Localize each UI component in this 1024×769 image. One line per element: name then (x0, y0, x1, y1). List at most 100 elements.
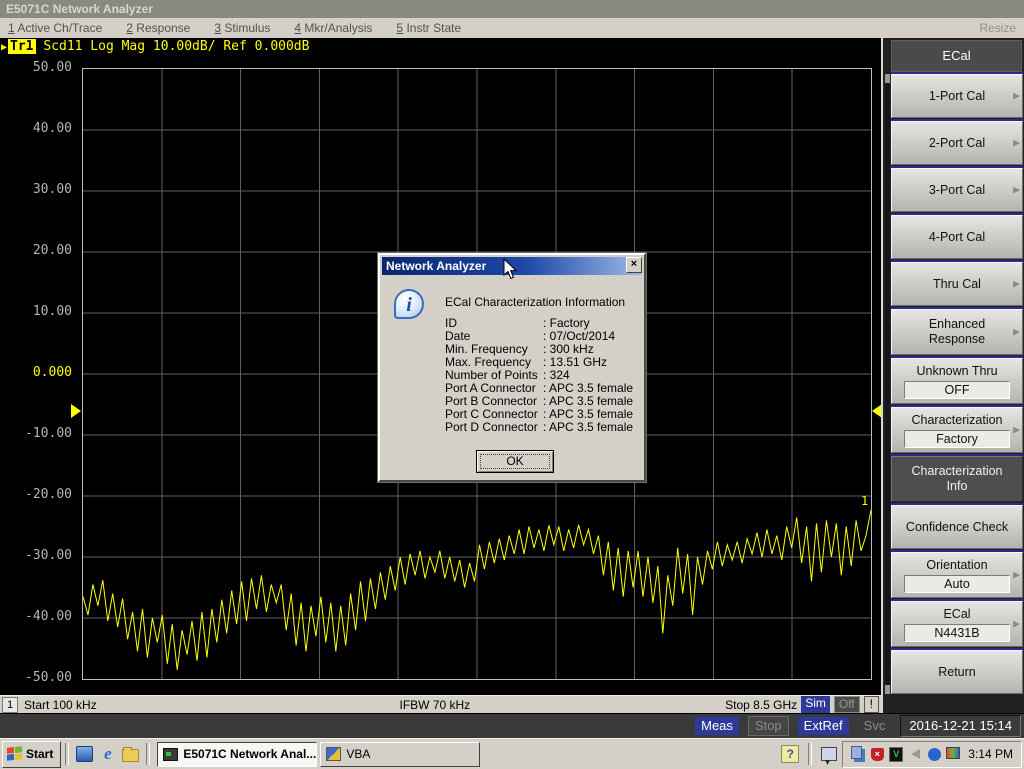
trace-id-badge: Tr1 (8, 39, 35, 54)
vnc-icon[interactable]: V (889, 747, 903, 761)
folder-icon[interactable] (122, 746, 139, 763)
display-icon[interactable] (946, 747, 960, 761)
security-shield-icon[interactable]: × (870, 747, 884, 761)
taskbar-clock[interactable]: 3:14 PM (968, 747, 1013, 761)
ok-button[interactable]: OK (476, 450, 554, 473)
sweep-start-label: Start 100 kHz (24, 698, 97, 712)
channel-status-bar: 1 Start 100 kHz IFBW 70 kHz Stop 8.5 GHz… (0, 695, 881, 713)
channel-bar-right: Stop 8.5 GHz SimOff! (725, 696, 881, 713)
y-axis-label: -40.00 (2, 609, 72, 624)
display-icon (946, 747, 960, 759)
softkey-value: OFF (904, 381, 1010, 399)
show-desktop-icon[interactable] (76, 746, 93, 763)
status-badges: Meas Stop ExtRef Svc (695, 716, 891, 736)
y-axis-label: -20.00 (2, 487, 72, 502)
volume-icon (911, 749, 920, 759)
submenu-arrow-icon: ▶ (1013, 136, 1020, 151)
softkey-scroll-up-handle[interactable] (885, 74, 890, 83)
menu-item-stimulus[interactable]: 3 Stimulus (214, 21, 270, 35)
dialog-row-value: : APC 3.5 female (543, 421, 633, 434)
softkey-value: Factory (904, 430, 1010, 448)
dialog-close-icon[interactable]: × (626, 257, 642, 273)
menu-item-instr-state[interactable]: 5 Instr State (396, 21, 461, 35)
intel-icon[interactable] (927, 747, 941, 761)
softkey-enhanced-response[interactable]: EnhancedResponse▶ (891, 309, 1023, 355)
windows-taskbar: Start e E5071C Network Anal...VBA ? ×V 3… (0, 738, 1024, 769)
softkey-label: Unknown Thru (916, 364, 997, 379)
start-button-label: Start (26, 747, 53, 761)
reference-level-marker-left-icon (71, 404, 81, 418)
softkey-unknown-thru[interactable]: Unknown Thru OFF (891, 358, 1023, 404)
security-shield-icon: × (871, 748, 884, 761)
softkey-label: Enhanced (929, 317, 985, 332)
softkey-sidebar: ECal 1-Port Cal▶2-Port Cal▶3-Port Cal▶4-… (881, 38, 1024, 713)
instrument-status-bar: MeasStopExtRefSvc 2016-12-21 15:14 (0, 713, 1024, 738)
tray-pre-area: ? (781, 743, 837, 765)
submenu-arrow-icon: ▶ (1013, 325, 1020, 340)
softkey-scrollbar[interactable] (885, 74, 890, 694)
softkey-1-port-cal[interactable]: 1-Port Cal ▶ (891, 74, 1023, 118)
softkey-label: Confidence Check (906, 520, 1008, 535)
menu-item-response[interactable]: 2 Response (126, 21, 190, 35)
softkey-4-port-cal[interactable]: 4-Port Cal (891, 215, 1023, 259)
internet-explorer-icon: e (104, 744, 112, 764)
status-badge-svc: Svc (858, 717, 892, 735)
menu-item-active-ch-trace[interactable]: 1 Active Ch/Trace (8, 21, 102, 35)
quick-launch-area: e (73, 746, 142, 763)
task-button-app[interactable]: E5071C Network Anal... (157, 742, 317, 767)
softkey-orientation[interactable]: OrientationAuto▶ (891, 552, 1023, 598)
resize-button[interactable]: Resize (979, 21, 1016, 35)
mouse-cursor-icon (503, 258, 518, 280)
task-button-label: E5071C Network Anal... (183, 747, 316, 761)
softkey-label: 1-Port Cal (929, 89, 985, 104)
softkey-2-port-cal[interactable]: 2-Port Cal▶ (891, 121, 1023, 165)
taskbar-separator (808, 743, 812, 765)
softkey-label: Characterization (911, 464, 1002, 479)
status-badge-extref: ExtRef (798, 717, 849, 735)
window-title-bar: E5071C Network Analyzer (0, 0, 1024, 18)
dialog-heading: ECal Characterization Information (445, 295, 625, 309)
softkey-return[interactable]: Return (891, 650, 1023, 694)
tray-icons: ×V (851, 747, 960, 761)
softkey-value: Auto (904, 575, 1010, 593)
ecal-info-dialog: Network Analyzer × i ECal Characterizati… (378, 253, 646, 482)
dialog-info-rows: ID: FactoryDate: 07/Oct/2014Min. Frequen… (445, 317, 633, 434)
info-icon: i (394, 289, 424, 319)
softkey-label: Thru Cal (933, 277, 981, 292)
folder-icon (122, 749, 139, 762)
sweep-stop-label: Stop 8.5 GHz (725, 698, 797, 712)
network-icon[interactable] (851, 747, 865, 761)
help-icon[interactable]: ? (781, 745, 799, 763)
taskbar-separator (65, 743, 69, 765)
softkey-label: Info (947, 479, 968, 494)
start-button[interactable]: Start (2, 741, 61, 768)
y-axis-label: 20.00 (2, 243, 72, 258)
taskbar-separator (146, 743, 150, 765)
submenu-arrow-icon: ▶ (1013, 89, 1020, 104)
submenu-arrow-icon: ▶ (1013, 183, 1020, 198)
softkey-thru-cal[interactable]: Thru Cal▶ (891, 262, 1023, 306)
status-badge-stop: Stop (748, 716, 789, 736)
softkey-characterization[interactable]: CharacterizationFactory▶ (891, 407, 1023, 453)
y-axis-label: 30.00 (2, 182, 72, 197)
task-button-vba[interactable]: VBA (320, 742, 480, 767)
internet-explorer-icon[interactable]: e (99, 746, 116, 763)
status-badge-meas: Meas (695, 717, 739, 735)
softkey-3-port-cal[interactable]: 3-Port Cal▶ (891, 168, 1023, 212)
softkey-ecal[interactable]: ECalN4431B▶ (891, 601, 1023, 647)
y-axis-label: -10.00 (2, 426, 72, 441)
vnc-icon: V (889, 747, 903, 762)
menu-items: 1 Active Ch/Trace 2 Response 3 Stimulus 4 M… (8, 21, 461, 35)
softkey-characterization-info[interactable]: CharacterizationInfo (891, 456, 1023, 502)
restore-window-icon[interactable] (821, 747, 837, 761)
softkey-label: Characterization (911, 413, 1002, 428)
volume-icon[interactable] (908, 747, 922, 761)
channel-badge-sim: Sim (801, 696, 830, 713)
task-button-label: VBA (346, 747, 370, 761)
menu-item-mkr-analysis[interactable]: 4 Mkr/Analysis (294, 21, 372, 35)
softkey-confidence-check[interactable]: Confidence Check (891, 505, 1023, 549)
softkey-scroll-down-handle[interactable] (885, 685, 890, 694)
trace-format-text: Scd11 Log Mag 10.00dB/ Ref 0.000dB (36, 39, 310, 54)
channel-number-badge: 1 (2, 697, 18, 713)
softkey-label: Orientation (926, 558, 987, 573)
